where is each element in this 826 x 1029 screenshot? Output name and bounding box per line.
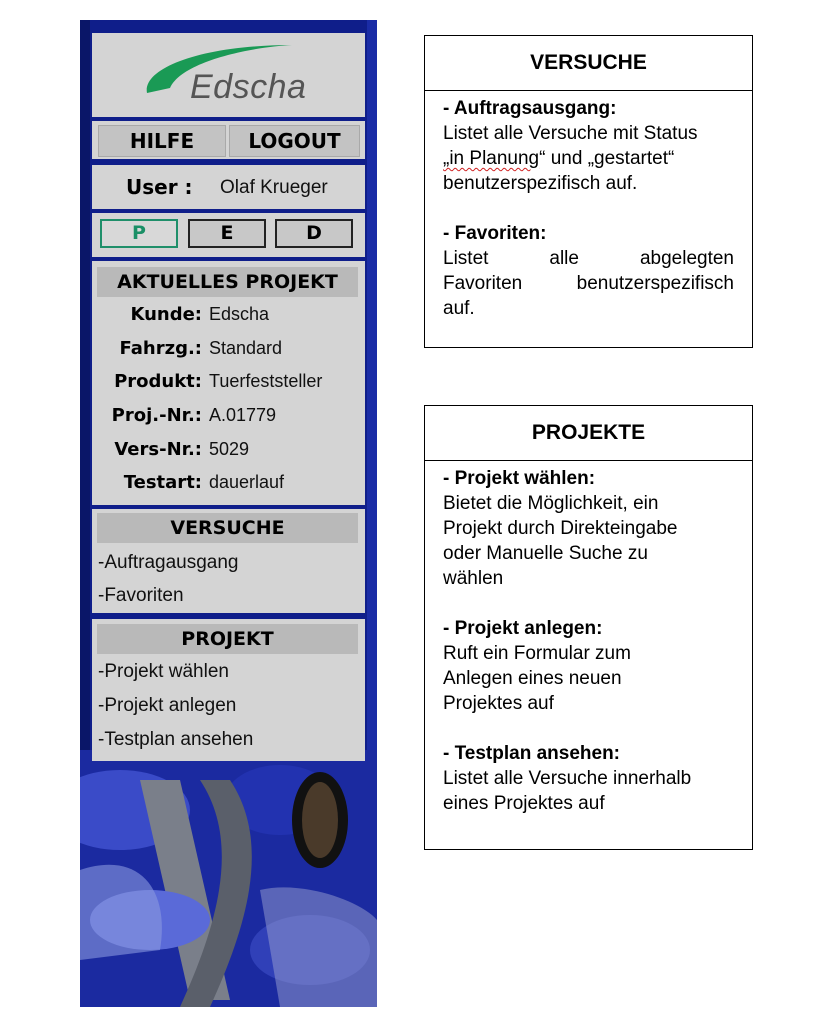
product-value: Tuerfeststeller bbox=[209, 371, 323, 391]
test-number-value: 5029 bbox=[209, 439, 250, 459]
vehicle-value: Standard bbox=[209, 338, 283, 358]
view-testplan-link[interactable]: -Testplan ansehen bbox=[98, 729, 253, 751]
sidebar: Edscha HILFE LOGOUT User : Olaf Krueger … bbox=[80, 20, 377, 1007]
user-label: User : bbox=[126, 175, 193, 199]
order-output-text-1: Listet alle Versuche mit Status bbox=[443, 123, 698, 144]
select-project-link[interactable]: -Projekt wählen bbox=[98, 661, 229, 683]
select-project-heading: - Projekt wählen: bbox=[443, 468, 596, 489]
user-name: Olaf Krueger bbox=[220, 177, 328, 198]
product-label: Produkt: bbox=[114, 371, 202, 392]
favorites-text-2: Favoriten benutzerspezifisch bbox=[443, 273, 734, 294]
projects-info-box: PROJEKTE - Projekt wählen: Bietet die Mö… bbox=[424, 405, 753, 850]
favorites-heading: - Favoriten: bbox=[443, 223, 547, 244]
order-output-text-2b: “ und „gestartet“ bbox=[539, 148, 675, 169]
order-output-text-2a: „in Planung bbox=[443, 148, 540, 169]
vehicle-label: Fahrzg.: bbox=[119, 338, 202, 359]
projects-info-title: PROJEKTE bbox=[425, 406, 752, 461]
order-output-text-3: benutzerspezifisch auf. bbox=[443, 173, 638, 194]
create-project-text-1: Ruft ein Formular zum bbox=[443, 643, 631, 664]
customer-label: Kunde: bbox=[130, 304, 202, 325]
current-project-panel: AKTUELLES PROJEKT Kunde: Edscha Fahrzg.:… bbox=[92, 261, 365, 505]
create-project-text-2: Anlegen eines neuen bbox=[443, 668, 622, 689]
select-project-text-3: oder Manuelle Suche zu bbox=[443, 543, 648, 564]
help-button[interactable]: HILFE bbox=[98, 125, 226, 157]
logout-button[interactable]: LOGOUT bbox=[229, 125, 360, 157]
create-project-heading: - Projekt anlegen: bbox=[443, 618, 603, 639]
favorites-text-1: Listet alle abgelegten bbox=[443, 248, 734, 269]
tests-info-body: - Auftragsausgang: Listet alle Versuche … bbox=[425, 91, 752, 321]
current-project-title: AKTUELLES PROJEKT bbox=[97, 267, 358, 297]
favorites-text-3: auf. bbox=[443, 298, 475, 319]
mode-panel: P E D bbox=[92, 213, 365, 257]
test-type-value: dauerlauf bbox=[209, 472, 285, 492]
view-testplan-text-2: eines Projektes auf bbox=[443, 793, 605, 814]
select-project-text-4: wählen bbox=[443, 568, 504, 589]
order-output-link[interactable]: -Auftragausgang bbox=[98, 552, 239, 574]
select-project-text-2: Projekt durch Direkteingabe bbox=[443, 518, 678, 539]
mode-e-button[interactable]: E bbox=[188, 219, 266, 248]
favorites-link[interactable]: -Favoriten bbox=[98, 585, 184, 607]
create-project-text-3: Projektes auf bbox=[443, 693, 554, 714]
view-testplan-heading: - Testplan ansehen: bbox=[443, 743, 621, 764]
projects-info-body: - Projekt wählen: Bietet die Möglichkeit… bbox=[425, 461, 752, 816]
mode-d-button[interactable]: D bbox=[275, 219, 353, 248]
test-number-label: Vers-Nr.: bbox=[114, 439, 202, 460]
nav-panel: HILFE LOGOUT bbox=[92, 121, 365, 159]
project-menu-panel: PROJEKT -Projekt wählen -Projekt anlegen… bbox=[92, 619, 365, 761]
mode-p-button[interactable]: P bbox=[100, 219, 178, 248]
customer-value: Edscha bbox=[209, 304, 270, 324]
test-type-label: Testart: bbox=[123, 472, 202, 493]
select-project-text-1: Bietet die Möglichkeit, ein bbox=[443, 493, 659, 514]
project-number-label: Proj.-Nr.: bbox=[111, 405, 202, 426]
create-project-link[interactable]: -Projekt anlegen bbox=[98, 695, 236, 717]
order-output-heading: - Auftragsausgang: bbox=[443, 98, 617, 119]
order-output-text-2: „in Planung“ und „gestartet“ bbox=[443, 146, 734, 171]
logo-text: Edscha bbox=[190, 68, 307, 106]
tests-info-title: VERSUCHE bbox=[425, 36, 752, 91]
project-number-value: A.01779 bbox=[209, 405, 277, 425]
logo-panel: Edscha bbox=[92, 33, 365, 117]
tests-menu-panel: VERSUCHE -Auftragausgang -Favoriten bbox=[92, 509, 365, 613]
view-testplan-text-1: Listet alle Versuche innerhalb bbox=[443, 768, 692, 789]
user-panel: User : Olaf Krueger bbox=[92, 165, 365, 209]
project-menu-title: PROJEKT bbox=[97, 624, 358, 654]
tests-menu-title: VERSUCHE bbox=[97, 513, 358, 543]
tests-info-box: VERSUCHE - Auftragsausgang: Listet alle … bbox=[424, 35, 753, 348]
